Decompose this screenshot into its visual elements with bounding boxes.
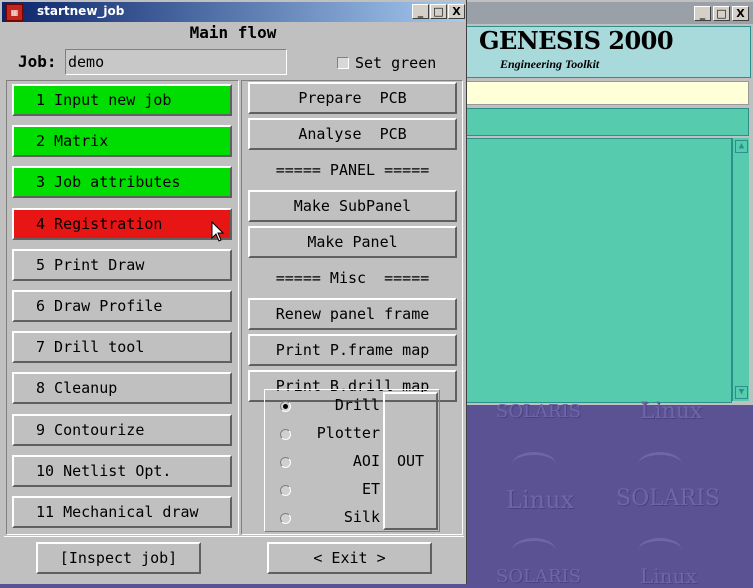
vertical-scrollbar[interactable]: ▲ ▼ <box>732 138 749 401</box>
flow-step-button[interactable]: 3 Job attributes <box>12 166 232 199</box>
scroll-up-icon[interactable]: ▲ <box>735 140 748 153</box>
wallpaper-sun-icon <box>512 538 556 563</box>
wallpaper-sun-icon <box>512 452 556 477</box>
minimize-icon[interactable]: _ <box>694 6 711 21</box>
radio-icon[interactable] <box>280 401 291 412</box>
tool-button[interactable]: Print P.frame map <box>248 334 457 366</box>
genesis-banner: GENESIS 2000 Engineering Toolkit <box>466 26 751 78</box>
close-icon[interactable]: X <box>732 6 749 21</box>
tool-button[interactable]: Prepare PCB <box>248 82 457 114</box>
genesis-titlebar: _ □ X <box>466 2 753 24</box>
wallpaper-text: Linux <box>640 399 703 424</box>
wallpaper-text: SOLARIS <box>616 486 720 511</box>
section-separator: ===== PANEL ===== <box>275 161 430 179</box>
dialog-title: startnew_job <box>37 4 125 18</box>
radio-icon[interactable] <box>280 429 291 440</box>
wallpaper-text: Linux <box>506 486 575 514</box>
set-green-checkbox[interactable]: Set green <box>337 54 436 72</box>
tool-button[interactable]: Make Panel <box>248 226 457 258</box>
flow-step-button[interactable]: 9 Contourize <box>12 413 232 446</box>
output-option-label: AOI <box>352 452 380 470</box>
flow-step-button[interactable]: 8 Cleanup <box>12 372 232 405</box>
maximize-icon[interactable]: □ <box>430 4 447 19</box>
radio-icon[interactable] <box>280 485 291 496</box>
radio-icon[interactable] <box>280 457 291 468</box>
exit-button[interactable]: < Exit > <box>267 542 432 574</box>
genesis-input-strip[interactable] <box>466 81 749 105</box>
flow-step-button[interactable]: 1 Input new job <box>12 84 232 116</box>
flow-step-button[interactable]: 11 Mechanical draw <box>12 496 232 528</box>
genesis-work-area[interactable] <box>466 138 732 403</box>
mouse-cursor-icon <box>211 221 225 242</box>
output-option[interactable]: Silk <box>280 508 380 530</box>
genesis-title: GENESIS 2000 <box>479 26 674 55</box>
flow-step-button[interactable]: 5 Print Draw <box>12 248 232 281</box>
tool-button[interactable]: Make SubPanel <box>248 190 457 222</box>
scroll-down-icon[interactable]: ▼ <box>735 386 748 399</box>
flow-step-button[interactable]: 10 Netlist Opt. <box>12 454 232 487</box>
set-green-label: Set green <box>355 54 437 72</box>
output-option[interactable]: ET <box>280 480 380 502</box>
output-option-label: Silk <box>343 508 380 526</box>
output-option-label: ET <box>361 480 380 498</box>
section-separator: ===== Misc ===== <box>275 269 430 287</box>
maximize-icon[interactable]: □ <box>713 6 730 21</box>
inspect-job-button[interactable]: [Inspect job] <box>36 542 201 574</box>
tool-button[interactable]: Renew panel frame <box>248 298 457 330</box>
output-option[interactable]: AOI <box>280 452 380 474</box>
out-button[interactable]: OUT <box>383 392 438 530</box>
flow-step-button[interactable]: 7 Drill tool <box>12 331 232 364</box>
checkbox-icon[interactable] <box>337 57 349 69</box>
output-option-label: Plotter <box>316 424 380 442</box>
minimize-icon[interactable]: _ <box>412 4 429 19</box>
output-option-label: Drill <box>334 396 380 414</box>
output-option[interactable]: Drill <box>280 396 380 418</box>
flow-step-button[interactable]: 2 Matrix <box>12 125 232 158</box>
app-icon[interactable]: ▦ <box>6 4 23 21</box>
flow-step-button[interactable]: 6 Draw Profile <box>12 290 232 322</box>
page-title: Main flow <box>189 23 277 42</box>
dialog-titlebar[interactable]: ▦ startnew_job _ □ X <box>2 2 465 22</box>
flow-step-button[interactable]: 4 Registration <box>12 207 232 240</box>
job-label: Job: <box>18 52 57 71</box>
close-icon[interactable]: X <box>448 4 465 19</box>
output-option[interactable]: Plotter <box>280 424 380 446</box>
wallpaper-sun-icon <box>638 538 682 563</box>
tool-button[interactable]: Analyse PCB <box>248 118 457 150</box>
genesis-subtitle: Engineering Toolkit <box>500 57 600 71</box>
startnew-job-dialog: ▦ startnew_job _ □ X Main flow Job: demo… <box>0 0 467 584</box>
genesis-window: _ □ X GENESIS 2000 Engineering Toolkit ▲… <box>466 0 753 405</box>
wallpaper-text: Linux <box>640 564 697 588</box>
job-input[interactable]: demo <box>65 49 287 75</box>
wallpaper-text: SOLARIS <box>496 401 582 422</box>
genesis-toolbar-strip <box>466 108 749 136</box>
radio-icon[interactable] <box>280 513 291 524</box>
wallpaper-sun-icon <box>638 452 682 477</box>
